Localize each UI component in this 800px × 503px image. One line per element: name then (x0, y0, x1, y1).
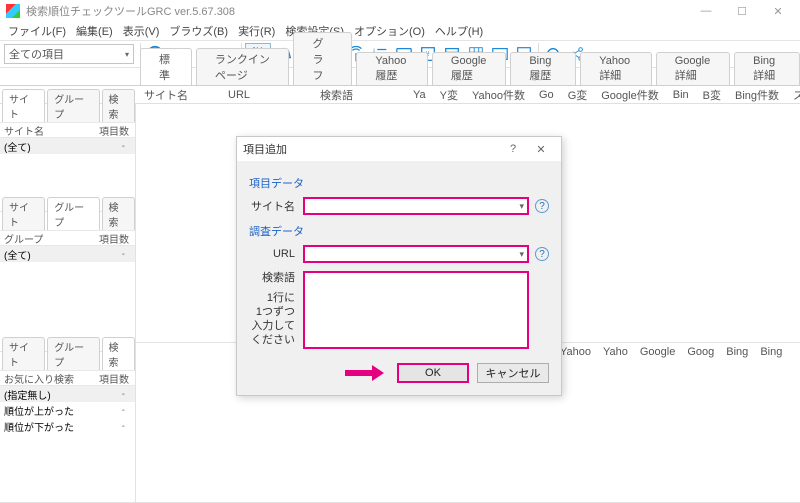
tab-google-d[interactable]: Google詳細 (656, 52, 730, 85)
p3-tab-site[interactable]: サイト (2, 337, 45, 370)
kw-hint-1: 1つずつ (249, 305, 295, 319)
menu-help[interactable]: ヘルプ(H) (435, 23, 483, 39)
p2-head-c2: 項目数 (76, 231, 135, 246)
col2-google2[interactable]: Goog (687, 346, 714, 358)
tab-graph[interactable]: グラフ (293, 32, 352, 85)
ok-button[interactable]: OK (397, 363, 469, 383)
menu-edit[interactable]: 編集(E) (76, 23, 113, 39)
arrow-callout-icon (345, 366, 385, 380)
input-url[interactable]: ▾ (303, 245, 529, 263)
minimize-button[interactable]: — (688, 1, 724, 21)
col-status[interactable]: ステータス (789, 87, 800, 103)
tab-yahoo-h[interactable]: Yahoo履歴 (356, 52, 428, 85)
p3-row-2[interactable]: 順位が下がった - (0, 418, 135, 434)
p1-tab-group[interactable]: グループ (47, 89, 99, 122)
dialog-close-button[interactable]: ✕ (527, 143, 555, 156)
p1-tab-site[interactable]: サイト (2, 89, 45, 122)
dialog-help-button[interactable]: ? (499, 143, 527, 155)
kw-hint-3: ください (249, 333, 295, 347)
col-kw[interactable]: 検索語 (260, 87, 357, 103)
maximize-button[interactable]: ☐ (724, 1, 760, 21)
col-ychg[interactable]: Y変 (436, 87, 462, 103)
tab-rankin[interactable]: ランクインページ (196, 48, 290, 85)
p2-tab-site[interactable]: サイト (2, 197, 45, 230)
col2-yahoo2[interactable]: Yaho (603, 346, 628, 358)
help-site-name[interactable]: ? (535, 199, 549, 213)
chevron-down-icon: ▾ (125, 50, 129, 59)
tab-bing-d[interactable]: Bing詳細 (734, 52, 800, 85)
p2-row-all[interactable]: (全て) - (0, 246, 135, 262)
chevron-down-icon: ▾ (519, 201, 524, 212)
titlebar: 検索順位チェックツールGRC ver.5.67.308 — ☐ ✕ (0, 0, 800, 22)
cancel-button[interactable]: キャンセル (477, 363, 549, 383)
col-go[interactable]: Go (535, 89, 558, 101)
p1-head-c1: サイト名 (0, 123, 76, 138)
col-gcnt[interactable]: Google件数 (597, 87, 662, 103)
left-sidebar: サイト グループ 検索 サイト名 項目数 (全て) - サイト グループ 検索 (0, 104, 136, 503)
help-url[interactable]: ? (535, 247, 549, 261)
p1-head-c2: 項目数 (76, 123, 135, 138)
app-icon (6, 4, 20, 18)
window-title: 検索順位チェックツールGRC ver.5.67.308 (26, 3, 688, 19)
col-ycnt[interactable]: Yahoo件数 (468, 87, 529, 103)
textarea-keywords[interactable] (303, 271, 529, 349)
p3-head-c2: 項目数 (76, 371, 135, 386)
kw-hint-0: 1行に (249, 291, 295, 305)
group-survey-data: 調査データ (249, 223, 549, 239)
col2-bing2[interactable]: Bing (760, 346, 782, 358)
kw-hint-2: 入力して (249, 319, 295, 333)
col-bchg[interactable]: B変 (699, 87, 725, 103)
p2-head-c1: グループ (0, 231, 76, 246)
add-item-dialog: 項目追加 ? ✕ 項目データ サイト名 ▾ ? 調査データ URL ▾ ? 検索… (236, 136, 562, 396)
p3-tab-search[interactable]: 検索 (102, 337, 135, 370)
p1-tab-search[interactable]: 検索 (102, 89, 135, 122)
input-site-name[interactable]: ▾ (303, 197, 529, 215)
col2-google1[interactable]: Google (640, 346, 675, 358)
menu-bar: ファイル(F) 編集(E) 表示(V) ブラウズ(B) 実行(R) 検索設定(S… (0, 22, 800, 40)
p3-tab-group[interactable]: グループ (47, 337, 99, 370)
p3-row-1[interactable]: 順位が上がった - (0, 402, 135, 418)
col-site[interactable]: サイト名 (140, 87, 192, 103)
p2-tab-group[interactable]: グループ (47, 197, 99, 230)
main-tabs: 標準 ランクインページ グラフ Yahoo履歴 Google履歴 Bing履歴 … (0, 68, 800, 86)
p1-row-all[interactable]: (全て) - (0, 138, 135, 154)
chevron-down-icon: ▾ (519, 249, 524, 260)
menu-run[interactable]: 実行(R) (238, 23, 275, 39)
col-url[interactable]: URL (198, 89, 254, 101)
filter-combo-value: 全ての項目 (9, 46, 64, 62)
p3-row-0[interactable]: (指定無し) - (0, 386, 135, 402)
filter-combo[interactable]: 全ての項目 ▾ (4, 44, 134, 64)
tab-standard[interactable]: 標準 (140, 48, 192, 85)
label-site-name: サイト名 (249, 198, 303, 214)
p2-tab-search[interactable]: 検索 (102, 197, 135, 230)
tab-google-h[interactable]: Google履歴 (432, 52, 506, 85)
col2-bing1[interactable]: Bing (726, 346, 748, 358)
close-button[interactable]: ✕ (760, 1, 796, 21)
p3-head-c1: お気に入り検索 (0, 371, 76, 386)
menu-view[interactable]: 表示(V) (123, 23, 160, 39)
tab-yahoo-d[interactable]: Yahoo詳細 (580, 52, 652, 85)
dialog-title: 項目追加 (243, 141, 499, 157)
label-url: URL (249, 248, 303, 260)
menu-file[interactable]: ファイル(F) (8, 23, 66, 39)
col2-yahoo1[interactable]: Yahoo (560, 346, 591, 358)
tab-bing-h[interactable]: Bing履歴 (510, 52, 576, 85)
group-item-data: 項目データ (249, 175, 549, 191)
col-bin[interactable]: Bin (669, 89, 693, 101)
menu-browse[interactable]: ブラウズ(B) (169, 23, 228, 39)
label-keywords: 検索語 (249, 271, 295, 285)
col-ya[interactable]: Ya (363, 89, 430, 101)
col-gchg[interactable]: G変 (564, 87, 592, 103)
menu-options[interactable]: オプション(O) (354, 23, 425, 39)
col-bcnt[interactable]: Bing件数 (731, 87, 783, 103)
